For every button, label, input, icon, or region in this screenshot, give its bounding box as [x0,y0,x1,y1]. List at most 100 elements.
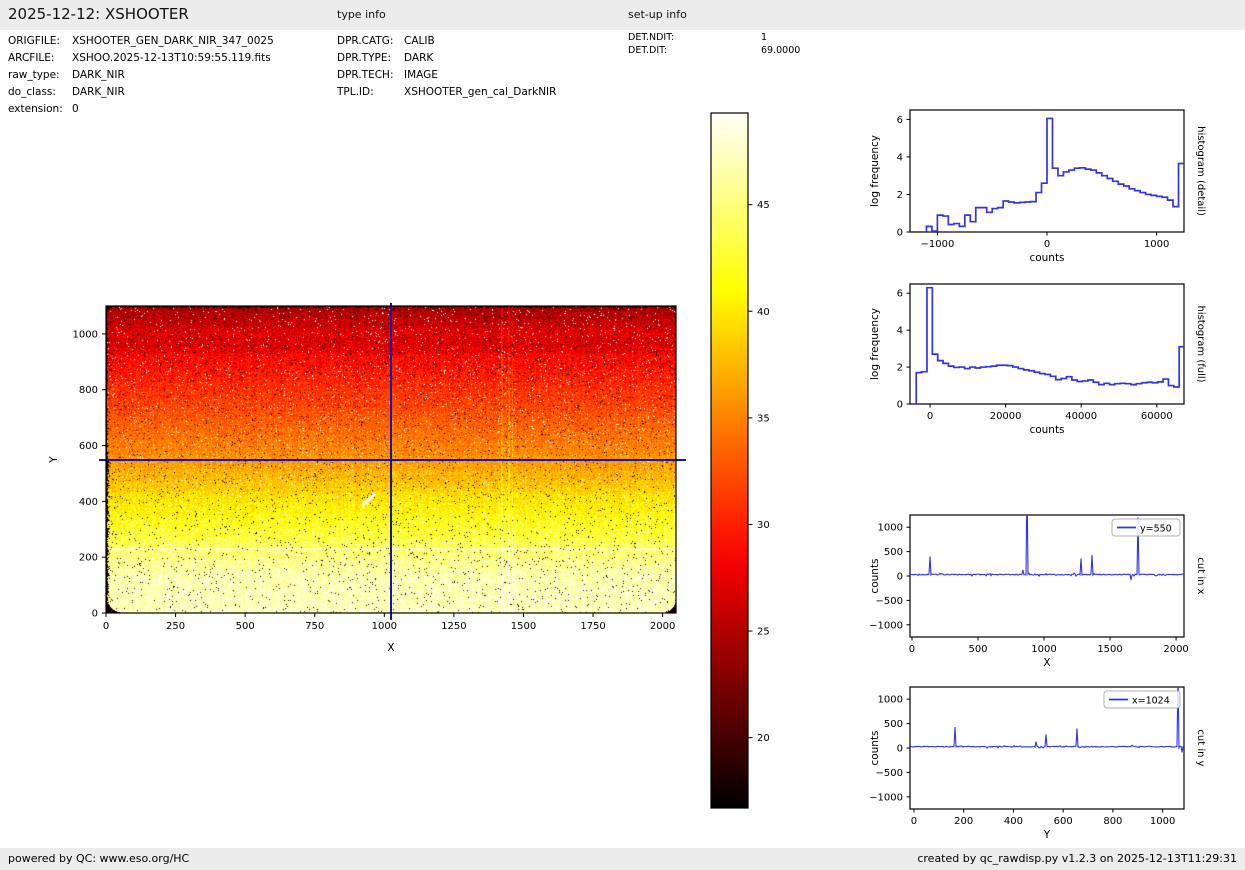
svg-text:600: 600 [1054,816,1073,827]
cut-in-y-panel: 0 200 400 600 800 1000 1000 500 0 −500 −1000 Ycount… [869,686,1206,841]
footer-created-by: created by qc_rawdisp.py v1.2.3 on 2025-… [917,852,1237,865]
cut-in-y-legend: x=1024 [1103,690,1181,709]
svg-text:0: 0 [897,572,903,583]
svg-text:counts: counts [869,558,881,593]
file-info-label: ORIGFILE: [8,35,60,47]
svg-text:log frequency: log frequency [869,308,881,380]
type-info-label: DPR.TYPE: [337,52,392,64]
type-info-row: DPR.TECH: IMAGE [337,67,556,84]
type-info-value: XSHOOTER_gen_cal_DarkNIR [404,86,557,98]
svg-text:counts: counts [869,730,881,765]
histogram-detail-panel: −1000 0 1000 0 2 4 6 counts log frequency histogr… [869,109,1206,264]
svg-text:800: 800 [79,385,98,396]
svg-text:Y: Y [48,456,60,464]
svg-text:6: 6 [897,115,903,126]
histogram-full-line [915,286,1184,404]
svg-text:500: 500 [968,644,987,655]
svg-text:2000: 2000 [650,621,675,632]
svg-text:0: 0 [103,621,109,632]
file-info-value: XSHOO.2025-12-13T10:59:55.119.fits [72,52,271,64]
file-info-row: do_class: DARK_NIR [8,84,274,101]
svg-text:20: 20 [757,733,770,744]
svg-text:800: 800 [1103,816,1122,827]
file-info-value: DARK_NIR [72,86,125,98]
file-info-row: extension: 0 [8,101,274,118]
svg-text:1000: 1000 [372,621,397,632]
svg-text:45: 45 [757,200,770,211]
svg-text:histogram (full): histogram (full) [1195,305,1206,382]
svg-text:2: 2 [897,190,903,201]
svg-text:500: 500 [236,621,255,632]
svg-text:750: 750 [305,621,324,632]
svg-text:cut in x: cut in x [1195,557,1206,594]
svg-text:1250: 1250 [441,621,466,632]
svg-text:250: 250 [166,621,185,632]
svg-text:25: 25 [757,627,770,638]
svg-text:6: 6 [897,289,903,300]
file-info-block: ORIGFILE: XSHOOTER_GEN_DARK_NIR_347_0025 A… [8,33,274,118]
type-info-label: DPR.TECH: [337,69,394,81]
svg-text:0: 0 [897,744,903,755]
colorbar-hot [711,113,748,808]
svg-text:400: 400 [79,497,98,508]
svg-text:counts: counts [1029,252,1064,264]
svg-text:1750: 1750 [580,621,605,632]
type-info-row: TPL.ID: XSHOOTER_gen_cal_DarkNIR [337,84,556,101]
svg-text:4: 4 [897,326,903,337]
svg-text:Y: Y [1043,829,1051,841]
file-info-row: raw_type: DARK_NIR [8,67,274,84]
cut-in-x-panel: 0 500 1000 1500 2000 1000 500 0 −500 −1000 Xcounts… [869,514,1206,669]
setup-info-label: DET.NDIT: [628,32,675,43]
svg-text:−500: −500 [876,596,903,607]
svg-text:0: 0 [911,816,917,827]
svg-text:600: 600 [79,441,98,452]
file-info-row: ORIGFILE: XSHOOTER_GEN_DARK_NIR_347_0025 [8,33,274,50]
svg-text:y=550: y=550 [1140,524,1172,535]
svg-text:500: 500 [884,719,903,730]
setup-info-label: DET.DIT: [628,45,668,56]
setup-info-section-label: set-up info [628,8,687,21]
crosshair-horizontal-y550 [99,459,686,461]
file-info-value: XSHOOTER_GEN_DARK_NIR_347_0025 [72,35,274,47]
file-info-value: DARK_NIR [72,69,125,81]
file-info-label: do_class: [8,86,56,98]
svg-text:500: 500 [884,547,903,558]
svg-text:40: 40 [757,307,770,318]
type-info-value: CALIB [404,35,435,47]
type-info-block: DPR.CATG: CALIB DPR.TYPE: DARK DPR.TECH: IMAG… [337,33,556,101]
svg-text:counts: counts [1029,424,1064,436]
file-info-row: ARCFILE: XSHOO.2025-12-13T10:59:55.119.fi… [8,50,274,67]
histogram-detail-line [910,117,1184,232]
svg-text:−1000: −1000 [869,620,903,631]
svg-text:0: 0 [92,609,98,620]
report-title: 2025-12-12: XSHOOTER [8,5,189,23]
svg-text:200: 200 [79,553,98,564]
file-info-label: ARCFILE: [8,52,55,64]
cut-in-x-line [910,515,1184,581]
svg-text:1000: 1000 [878,523,903,534]
histogram-full-panel: 0 20000 40000 60000 0 2 4 6 counts log frequency h… [869,283,1206,436]
setup-info-value: 1 [761,32,768,43]
footer-bar: powered by QC: www.eso.org/HC created by… [0,848,1245,870]
svg-text:−1000: −1000 [869,792,903,803]
type-info-section-label: type info [337,8,386,21]
qc-report-page: 2025-12-12: XSHOOTER type info set-up in… [0,0,1245,870]
svg-text:1500: 1500 [511,621,536,632]
svg-text:x=1024: x=1024 [1132,696,1170,707]
svg-text:−1000: −1000 [920,239,954,250]
type-info-row: DPR.CATG: CALIB [337,33,556,50]
setup-info-row: DET.NDIT: 1 [628,31,800,44]
svg-text:30: 30 [757,520,770,531]
svg-text:20000: 20000 [990,411,1022,422]
svg-text:2000: 2000 [1163,644,1188,655]
svg-text:4: 4 [897,152,903,163]
svg-text:35: 35 [757,413,770,424]
svg-text:0: 0 [909,644,915,655]
svg-text:cut in y: cut in y [1195,729,1206,766]
svg-text:1500: 1500 [1097,644,1122,655]
setup-info-value: 69.0000 [761,45,801,56]
type-info-label: DPR.CATG: [337,35,394,47]
svg-text:0: 0 [927,411,933,422]
svg-text:2: 2 [897,363,903,374]
file-info-label: extension: [8,103,63,115]
